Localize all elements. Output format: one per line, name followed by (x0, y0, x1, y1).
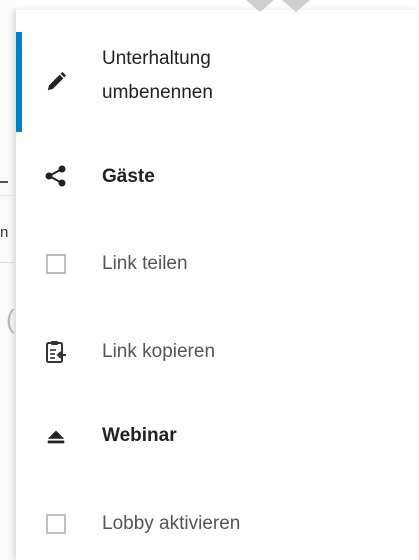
menu-arrow (282, 0, 310, 12)
background-divider (0, 181, 8, 183)
menu-item-share-link[interactable]: Link teilen (16, 242, 419, 286)
pencil-icon (44, 70, 68, 94)
menu-item-label: Link kopieren (102, 341, 216, 362)
menu-item-copy-link[interactable]: Link kopieren (16, 330, 419, 374)
menu-section-webinar: Webinar (16, 414, 419, 458)
background-page (0, 0, 16, 560)
background-divider (0, 195, 14, 196)
menu-item-enable-lobby[interactable]: Lobby aktivieren (16, 502, 419, 546)
menu-item-label: Unterhaltung (102, 48, 211, 69)
checkbox-icon[interactable] (44, 252, 68, 276)
clipboard-icon (44, 340, 68, 364)
menu-item-label: Link teilen (102, 253, 188, 274)
checkbox-icon[interactable] (44, 512, 68, 536)
conversation-actions-menu: Unterhaltung umbenennen Gäste Link teile… (16, 0, 419, 560)
share-icon (44, 164, 68, 188)
background-text: n (0, 224, 9, 241)
menu-item-rename[interactable]: Unterhaltung umbenennen (16, 32, 419, 132)
background-shape: ( (6, 304, 15, 334)
menu-arrow (246, 0, 274, 12)
background-divider (0, 262, 14, 263)
menu-item-label: umbenennen (102, 82, 213, 103)
menu-section-guests: Gäste (16, 156, 419, 196)
menu-item-label: Lobby aktivieren (102, 513, 241, 534)
menu-section-label: Gäste (102, 166, 155, 187)
menu-section-label: Webinar (102, 425, 177, 446)
eject-icon (44, 424, 68, 448)
